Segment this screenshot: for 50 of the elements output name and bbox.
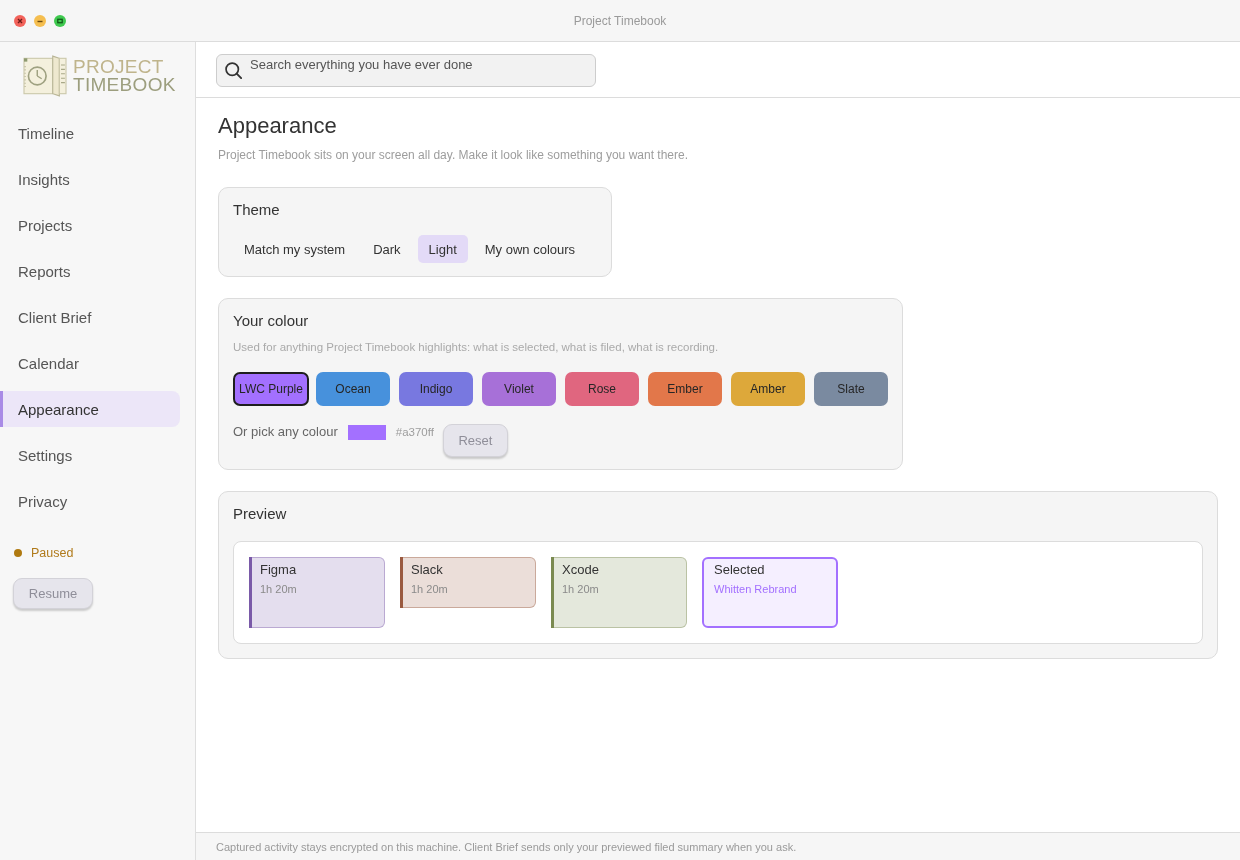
colour-swatch[interactable]: Ocean: [316, 372, 390, 406]
page-subtitle: Project Timebook sits on your screen all day. Make it look like something you want there.: [218, 147, 688, 163]
colour-swatch[interactable]: Violet: [482, 372, 556, 406]
logo-text: TIMEBOOK: [73, 76, 176, 94]
nav-item[interactable]: Calendar: [0, 345, 180, 381]
book-clock-icon: [22, 55, 68, 97]
card-detail: 1h 20m: [411, 582, 449, 596]
colour-swatch[interactable]: Slate: [814, 372, 888, 406]
hex-value: #a370ff: [395, 425, 434, 440]
colour-swatch[interactable]: LWC Purple: [233, 372, 309, 406]
nav-item[interactable]: Settings: [0, 437, 180, 473]
nav-item[interactable]: Insights: [0, 161, 180, 197]
nav-item[interactable]: Timeline: [0, 115, 180, 151]
theme-option[interactable]: Dark: [362, 235, 412, 263]
colour-swatch[interactable]: Amber: [731, 372, 805, 406]
nav-item[interactable]: Appearance: [0, 391, 180, 427]
card-title: Selected: [714, 562, 766, 578]
card-title: Xcode: [562, 562, 600, 578]
page-title: Appearance: [218, 112, 337, 140]
logo-text: PROJECT: [73, 58, 165, 76]
maximize-icon[interactable]: [54, 14, 66, 27]
theme-option[interactable]: Light: [417, 235, 468, 263]
minimize-icon[interactable]: [34, 14, 46, 27]
search-field[interactable]: Search everything you have ever done: [216, 54, 596, 87]
status-text: Captured activity stays encrypted on this machine. Client Brief sends only your previewed filed summary when you ask.: [216, 840, 797, 853]
panel-title: Theme: [233, 200, 281, 220]
card-title: Slack: [411, 562, 444, 578]
status-dot-icon: [14, 549, 22, 557]
custom-colour-label: Or pick any colour: [233, 424, 338, 440]
close-icon[interactable]: [14, 14, 26, 27]
colour-swatch[interactable]: Rose: [565, 372, 639, 406]
colour-swatch-icon[interactable]: [347, 425, 386, 440]
panel-title: Your colour: [233, 311, 310, 331]
card-detail: 1h 20m: [260, 582, 298, 596]
card-title: Figma: [260, 562, 298, 578]
panel-title: Preview: [233, 504, 288, 524]
card-detail: Whitten Rebrand: [714, 582, 798, 596]
panel-description: Used for anything Project Timebook highlights: what is selected, what is filed, what is recording.: [233, 340, 720, 355]
nav-item[interactable]: Projects: [0, 207, 180, 243]
search-icon: [225, 62, 242, 79]
colour-swatch[interactable]: Indigo: [399, 372, 473, 406]
status-label: Paused: [31, 545, 74, 561]
colour-swatch[interactable]: Ember: [648, 372, 722, 406]
nav-item[interactable]: Reports: [0, 253, 180, 289]
theme-option[interactable]: Match my system: [233, 235, 357, 263]
nav-item[interactable]: Privacy: [0, 483, 180, 519]
theme-option[interactable]: My own colours: [473, 235, 587, 263]
card-detail: 1h 20m: [562, 582, 600, 596]
window-title: Project Timebook: [573, 13, 667, 28]
nav-item[interactable]: Client Brief: [0, 299, 180, 335]
